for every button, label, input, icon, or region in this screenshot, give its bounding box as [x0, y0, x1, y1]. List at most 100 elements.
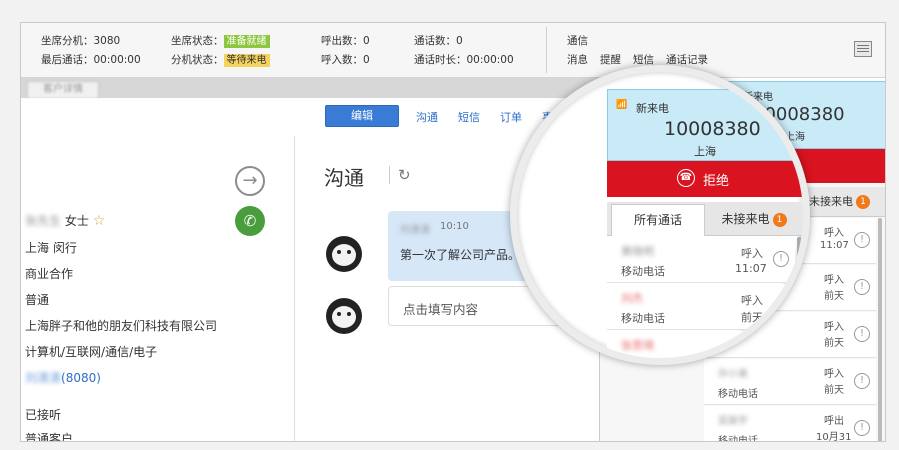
agent-status-badge[interactable]: 准备就绪: [223, 35, 270, 48]
signal-icon: 📶: [616, 100, 628, 110]
call-time: 11:07: [735, 262, 767, 275]
inbound-count: 呼入数：0: [321, 54, 370, 66]
call-direction: 呼入: [824, 369, 844, 380]
call-count: 通话数：0: [414, 35, 463, 47]
action-link-communicate[interactable]: 沟通: [416, 109, 438, 125]
customer-owner[interactable]: 刘清清(8080): [25, 369, 101, 386]
reject-label-zoomed: 拒绝: [703, 174, 730, 189]
customer-level: 普通: [25, 293, 50, 307]
owner-name: 刘清清: [25, 371, 62, 385]
comm-link-reminders[interactable]: 提醒: [600, 52, 621, 67]
caller-number-zoomed: 10008380: [664, 118, 761, 140]
edit-button[interactable]: 编辑: [325, 105, 399, 127]
refresh-icon[interactable]: ↻: [389, 166, 411, 184]
call-status: 已接听: [25, 408, 62, 422]
caller-name: 吴振宇: [718, 416, 748, 427]
missed-count-badge-zoomed: 1: [772, 213, 787, 227]
call-direction: 呼出: [824, 416, 844, 427]
call-time: 前天: [824, 338, 844, 349]
info-icon[interactable]: !: [773, 298, 789, 314]
magnifier-lens: 📶 新来电 10008380 上海 ☎ 拒绝 所有通话 未接来电 1 黄晓明 移动…: [510, 65, 810, 365]
call-time: 前天: [741, 311, 763, 324]
call-direction: 呼入: [824, 228, 844, 239]
arrow-right-icon[interactable]: →: [235, 166, 265, 196]
list-item[interactable]: 黄晓明 移动电话 呼入 11:07 !: [607, 237, 795, 283]
phone-type: 移动电话: [718, 436, 758, 442]
conversation-title: 沟通: [324, 166, 364, 190]
customer-title: 女士: [64, 214, 89, 228]
grid-icon[interactable]: [854, 41, 872, 57]
incoming-call-card-zoomed[interactable]: 📶 新来电 10008380 上海: [607, 89, 803, 161]
caller-location-zoomed: 上海: [694, 145, 716, 158]
phone-type: 移动电话: [718, 389, 758, 400]
message-input-placeholder: 点击填写内容: [403, 302, 479, 317]
tab-all-calls[interactable]: 所有通话: [611, 204, 705, 236]
action-link-sms[interactable]: 短信: [458, 109, 480, 125]
tab-strip: 客户详情: [21, 78, 601, 98]
avatar: [326, 236, 362, 272]
ext-status: 分机状态： 等待来电: [171, 52, 270, 67]
agent-status-label: 坐席状态：: [171, 35, 224, 47]
agent-status: 坐席状态： 准备就绪: [171, 33, 270, 48]
info-icon[interactable]: !: [854, 232, 870, 248]
customer-panel: → ✆ 张先生 女士 ☆ 上海 闵行 商业合作 普通 上海胖子和他的朋友们科技有…: [21, 136, 295, 442]
hangup-icon: ☎: [677, 169, 695, 187]
caller-name: 孙小美: [718, 369, 748, 380]
divider: [546, 27, 547, 73]
incoming-label-zoomed: 新来电: [636, 102, 669, 115]
scrollbar[interactable]: [878, 218, 882, 441]
tab-missed-label-zoomed: 未接来电: [721, 212, 770, 226]
call-time: 前天: [824, 291, 844, 302]
call-duration: 通话时长：00:00:00: [414, 54, 514, 66]
info-icon[interactable]: !: [854, 279, 870, 295]
tab-missed-zoomed[interactable]: 未接来电 1: [707, 204, 801, 236]
info-icon[interactable]: !: [773, 251, 789, 267]
call-tabs-zoomed: 所有通话 未接来电 1: [607, 202, 803, 236]
scrollbar-zoomed[interactable]: [797, 237, 802, 358]
phone-type: 移动电话: [621, 265, 665, 278]
agent-ext: 坐席分机：3080: [41, 35, 121, 47]
owner-ext: (8080): [61, 371, 101, 385]
customer-type: 普通客户: [25, 432, 74, 442]
info-icon[interactable]: !: [854, 420, 870, 436]
tab-customer[interactable]: 客户详情: [27, 81, 99, 98]
message-sender: 刘清清: [400, 225, 430, 236]
call-direction: 呼入: [741, 247, 763, 260]
call-direction: 呼入: [741, 294, 763, 307]
missed-count-badge: 1: [856, 195, 870, 209]
call-time: 10月31: [816, 432, 852, 442]
caller-name: 刘杰: [621, 292, 643, 305]
status-bar: 坐席分机：3080 最后通话：00:00:00 坐席状态： 准备就绪 分机状态：等…: [21, 23, 885, 78]
list-item[interactable]: 刘杰 移动电话 呼入 前天 !: [607, 284, 795, 330]
last-call: 最后通话：00:00:00: [41, 54, 141, 66]
caller-name: 黄晓明: [621, 245, 654, 258]
list-item[interactable]: 吴振宇 移动电话 呼出 10月31 !: [704, 406, 876, 442]
reject-button-zoomed[interactable]: ☎ 拒绝: [607, 161, 803, 197]
call-direction: 呼入: [824, 275, 844, 286]
comm-title: 通信: [567, 35, 588, 47]
call-time: 11:07: [820, 240, 849, 251]
outbound-count: 呼出数：0: [321, 35, 370, 47]
message-text: 第一次了解公司产品。: [400, 248, 521, 262]
call-direction: 呼入: [741, 341, 763, 354]
customer-company: 上海胖子和他的朋友们科技有限公司: [25, 319, 218, 333]
star-icon[interactable]: ☆: [93, 213, 106, 229]
customer-name: 张先生: [25, 214, 62, 228]
phone-icon[interactable]: ✆: [235, 206, 265, 236]
ext-status-badge[interactable]: 等待来电: [223, 54, 270, 67]
list-item[interactable]: 孙小美 移动电话 呼入 前天 !: [704, 359, 876, 405]
ext-status-label: 分机状态：: [171, 54, 224, 66]
phone-type: 移动电话: [621, 312, 665, 325]
customer-industry: 计算机/互联网/通信/电子: [25, 345, 158, 359]
caller-name: 张思琦: [621, 339, 654, 352]
call-direction: 呼入: [824, 322, 844, 333]
customer-category: 商业合作: [25, 267, 74, 281]
customer-name-row: 张先生 女士 ☆: [25, 212, 105, 229]
customer-location: 上海 闵行: [25, 241, 77, 255]
call-time: 前天: [824, 385, 844, 396]
info-icon[interactable]: !: [854, 373, 870, 389]
info-icon[interactable]: !: [854, 326, 870, 342]
avatar: [326, 298, 362, 334]
message-time: 10:10: [440, 221, 469, 232]
comm-link-messages[interactable]: 消息: [567, 52, 588, 67]
